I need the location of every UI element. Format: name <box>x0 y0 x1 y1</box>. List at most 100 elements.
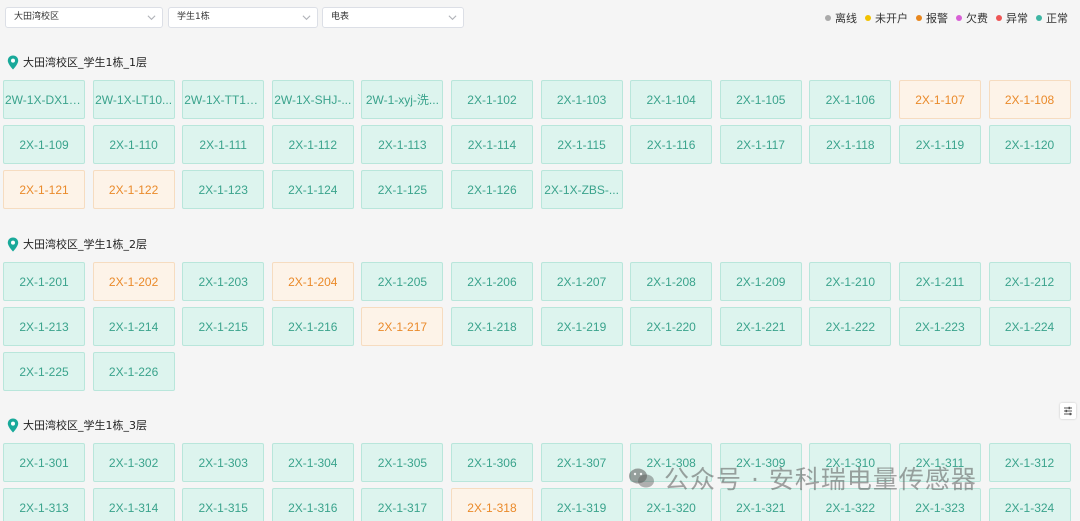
room-meter-tile[interactable]: 2X-1-118 <box>809 125 892 164</box>
room-meter-tile[interactable]: 2X-1-116 <box>630 125 713 164</box>
room-meter-tile[interactable]: 2X-1-124 <box>271 170 354 209</box>
room-meter-tile[interactable]: 2X-1-316 <box>271 488 354 521</box>
floor-title: 大田湾校区_学生1栋_1层 <box>7 53 147 71</box>
room-meter-tile[interactable]: 2X-1-112 <box>271 125 354 164</box>
room-meter-tile[interactable]: 2X-1-319 <box>540 488 623 521</box>
location-pin-icon <box>7 418 19 432</box>
room-meter-tile[interactable]: 2X-1-107 <box>898 80 981 119</box>
room-meter-tile[interactable]: 2X-1-204 <box>271 262 354 301</box>
room-meter-tile[interactable]: 2X-1-205 <box>361 262 444 301</box>
room-meter-tile[interactable]: 2X-1-216 <box>271 307 354 346</box>
room-meter-tile[interactable]: 2X-1-303 <box>182 443 265 482</box>
meter-type-select[interactable]: 电表 <box>322 7 464 28</box>
legend-dot-icon <box>865 15 871 21</box>
room-meter-tile[interactable]: 2X-1-102 <box>450 80 533 119</box>
legend-dot-icon <box>996 15 1002 21</box>
room-meter-tile[interactable]: 2X-1-305 <box>361 443 444 482</box>
room-meter-tile[interactable]: 2X-1-221 <box>719 307 802 346</box>
campus-select[interactable]: 大田湾校区 <box>5 7 163 28</box>
room-meter-tile[interactable]: 2X-1-312 <box>988 443 1071 482</box>
room-meter-tile[interactable]: 2X-1-307 <box>540 443 623 482</box>
room-meter-tile[interactable]: 2X-1-203 <box>182 262 265 301</box>
room-meter-tile[interactable]: 2X-1-202 <box>92 262 175 301</box>
legend-dot-icon <box>1036 15 1042 21</box>
room-meter-tile[interactable]: 2X-1-214 <box>92 307 175 346</box>
room-meter-tile[interactable]: 2X-1-222 <box>809 307 892 346</box>
room-meter-tile[interactable]: 2X-1-106 <box>809 80 892 119</box>
room-meter-label: 2X-1-223 <box>915 319 965 334</box>
room-meter-tile[interactable]: 2X-1-211 <box>898 262 981 301</box>
room-meter-tile[interactable]: 2X-1-123 <box>182 170 265 209</box>
room-meter-tile[interactable]: 2X-1-226 <box>92 352 175 391</box>
room-meter-tile[interactable]: 2W-1X-LT10... <box>92 80 175 119</box>
room-meter-tile[interactable]: 2X-1-225 <box>3 352 85 391</box>
room-meter-tile[interactable]: 2W-1X-SHJ-... <box>271 80 354 119</box>
room-meter-tile[interactable]: 2X-1-218 <box>450 307 533 346</box>
campus-select-value: 大田湾校区 <box>14 12 60 22</box>
room-meter-label: 2X-1-114 <box>467 137 517 152</box>
room-meter-tile[interactable]: 2X-1-117 <box>719 125 802 164</box>
room-meter-tile[interactable]: 2X-1-125 <box>361 170 444 209</box>
room-meter-tile[interactable]: 2X-1-209 <box>719 262 802 301</box>
room-meter-tile[interactable]: 2X-1-306 <box>450 443 533 482</box>
room-meter-label: 2X-1-213 <box>19 319 69 334</box>
room-meter-tile[interactable]: 2X-1-217 <box>361 307 444 346</box>
room-meter-tile[interactable]: 2X-1-207 <box>540 262 623 301</box>
room-meter-tile[interactable]: 2X-1-104 <box>630 80 713 119</box>
room-meter-tile[interactable]: 2X-1-110 <box>92 125 175 164</box>
watermark: 公众号 · 安科瑞电量传感器 <box>628 460 977 496</box>
room-meter-label: 2X-1-201 <box>19 274 69 289</box>
room-meter-label: 2X-1-103 <box>556 92 607 107</box>
room-meter-tile[interactable]: 2X-1-108 <box>988 80 1071 119</box>
room-meter-tile[interactable]: 2X-1-115 <box>540 125 623 164</box>
room-meter-tile[interactable]: 2X-1-103 <box>540 80 623 119</box>
room-meter-tile[interactable]: 2X-1-302 <box>92 443 175 482</box>
room-meter-tile[interactable]: 2X-1-301 <box>3 443 85 482</box>
room-meter-tile[interactable]: 2X-1-314 <box>92 488 175 521</box>
room-meter-tile[interactable]: 2W-1X-TT10... <box>182 80 265 119</box>
room-meter-tile[interactable]: 2X-1-210 <box>809 262 892 301</box>
room-meter-tile[interactable]: 2X-1-113 <box>361 125 444 164</box>
room-meter-tile[interactable]: 2X-1-317 <box>361 488 444 521</box>
room-meter-tile[interactable]: 2X-1-201 <box>3 262 85 301</box>
room-meter-tile[interactable]: 2W-1X-DX10... <box>3 80 85 119</box>
floor-title-text: 大田湾校区_学生1栋_2层 <box>23 238 147 251</box>
room-meter-tile[interactable]: 2X-1-220 <box>630 307 713 346</box>
room-meter-label: 2X-1-322 <box>825 500 876 515</box>
room-meter-label: 2X-1-117 <box>736 137 785 152</box>
room-meter-label: 2W-1X-SHJ-... <box>274 92 352 107</box>
building-select[interactable]: 学生1栋 <box>168 7 318 28</box>
room-meter-tile[interactable]: 2X-1-219 <box>540 307 623 346</box>
room-meter-label: 2X-1-210 <box>825 274 876 289</box>
room-meter-tile[interactable]: 2X-1-313 <box>3 488 85 521</box>
room-meter-tile[interactable]: 2X-1-324 <box>988 488 1071 521</box>
room-meter-tile[interactable]: 2X-1X-ZBS-... <box>540 170 623 209</box>
room-meter-tile[interactable]: 2X-1-206 <box>450 262 533 301</box>
room-meter-label: 2X-1-214 <box>108 319 159 334</box>
room-meter-tile[interactable]: 2X-1-223 <box>898 307 981 346</box>
room-meter-tile[interactable]: 2X-1-318 <box>450 488 533 521</box>
room-meter-tile[interactable]: 2X-1-212 <box>988 262 1071 301</box>
room-meter-label: 2X-1-225 <box>19 364 69 379</box>
room-meter-tile[interactable]: 2X-1-121 <box>3 170 85 209</box>
room-meter-label: 2X-1-121 <box>19 182 69 197</box>
settings-toggle-button[interactable] <box>1060 403 1076 419</box>
room-meter-tile[interactable]: 2X-1-215 <box>182 307 265 346</box>
room-meter-tile[interactable]: 2X-1-126 <box>450 170 533 209</box>
room-meter-tile[interactable]: 2X-1-122 <box>92 170 175 209</box>
room-meter-tile[interactable]: 2X-1-114 <box>450 125 533 164</box>
room-meter-tile[interactable]: 2X-1-111 <box>182 125 265 164</box>
room-meter-tile[interactable]: 2X-1-208 <box>630 262 713 301</box>
room-meter-tile[interactable]: 2X-1-105 <box>719 80 802 119</box>
room-meter-label: 2X-1-305 <box>377 455 428 470</box>
room-meter-tile[interactable]: 2X-1-304 <box>271 443 354 482</box>
room-meter-tile[interactable]: 2X-1-315 <box>182 488 265 521</box>
room-meter-tile[interactable]: 2X-1-213 <box>3 307 85 346</box>
room-meter-tile[interactable]: 2W-1-xyj-洗... <box>361 80 444 119</box>
room-meter-tile[interactable]: 2X-1-224 <box>988 307 1071 346</box>
room-meter-tile[interactable]: 2X-1-109 <box>3 125 85 164</box>
room-meter-tile[interactable]: 2X-1-120 <box>988 125 1071 164</box>
room-meter-tile[interactable]: 2X-1-119 <box>898 125 981 164</box>
floor-title-text: 大田湾校区_学生1栋_3层 <box>23 419 147 432</box>
room-meter-label: 2X-1-314 <box>108 500 159 515</box>
